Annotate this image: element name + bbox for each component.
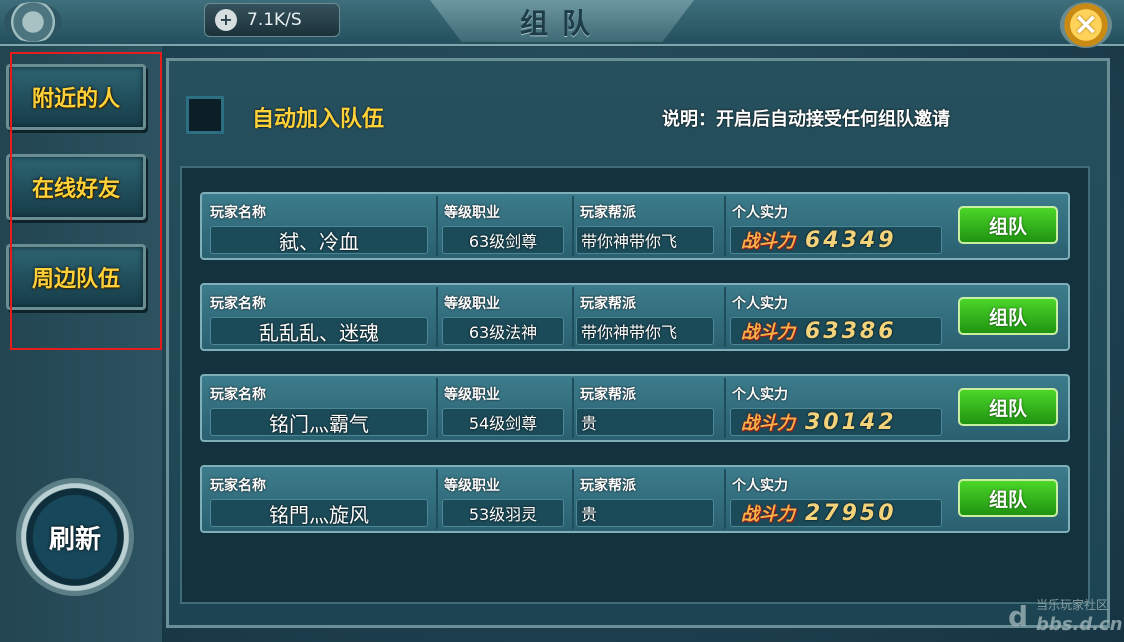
power-prefix: 战斗力 xyxy=(741,504,795,525)
player-guild: 贵 xyxy=(576,499,714,527)
column-header-guild: 玩家帮派 xyxy=(580,387,636,403)
network-speed-indicator: + 7.1K/S xyxy=(204,3,340,37)
team-up-button[interactable]: 组队 xyxy=(958,479,1058,517)
team-up-button[interactable]: 组队 xyxy=(958,206,1058,244)
auto-join-label: 自动加入队伍 xyxy=(252,107,385,132)
column-header-guild: 玩家帮派 xyxy=(580,296,636,312)
column-header-power: 个人实力 xyxy=(732,296,788,312)
player-power: 战斗力 63386 xyxy=(730,317,942,345)
player-level-class: 53级羽灵 xyxy=(442,499,564,527)
power-value: 63386 xyxy=(805,318,897,344)
player-name: 弑、冷血 xyxy=(210,226,428,254)
player-row: 玩家名称 弑、冷血 等级职业 63级剑尊 玩家帮派 带你神带你飞 个人实力 战斗… xyxy=(200,192,1070,260)
player-power: 战斗力 64349 xyxy=(730,226,942,254)
player-row: 玩家名称 铭门灬霸气 等级职业 54级剑尊 玩家帮派 贵 个人实力 战斗力 30… xyxy=(200,374,1070,442)
corner-ornament-icon xyxy=(4,2,62,42)
speed-icon: + xyxy=(215,9,237,31)
player-level-class: 63级法神 xyxy=(442,317,564,345)
power-value: 64349 xyxy=(805,227,897,253)
highlight-box xyxy=(10,52,162,350)
player-name: 铭門灬旋风 xyxy=(210,499,428,527)
player-name: 乱乱乱、迷魂 xyxy=(210,317,428,345)
refresh-button[interactable]: 刷新 xyxy=(16,478,134,596)
power-prefix: 战斗力 xyxy=(741,322,795,343)
column-header-guild: 玩家帮派 xyxy=(580,478,636,494)
auto-join-note: 说明：开启后自动接受任何组队邀请 xyxy=(662,109,950,130)
player-power: 战斗力 30142 xyxy=(730,408,942,436)
player-guild: 贵 xyxy=(576,408,714,436)
player-guild: 带你神带你飞 xyxy=(576,317,714,345)
watermark-logo-icon: d xyxy=(1008,600,1029,633)
column-header-name: 玩家名称 xyxy=(210,478,266,494)
speed-value: 7.1K/S xyxy=(247,10,302,30)
power-value: 30142 xyxy=(805,409,897,435)
team-up-button[interactable]: 组队 xyxy=(958,297,1058,335)
player-guild: 带你神带你飞 xyxy=(576,226,714,254)
watermark-line2: bbs.d.cn xyxy=(1036,614,1123,635)
column-header-guild: 玩家帮派 xyxy=(580,205,636,221)
team-up-button[interactable]: 组队 xyxy=(958,388,1058,426)
column-header-power: 个人实力 xyxy=(732,478,788,494)
player-name: 铭门灬霸气 xyxy=(210,408,428,436)
column-header-level: 等级职业 xyxy=(444,205,500,221)
player-power: 战斗力 27950 xyxy=(730,499,942,527)
power-value: 27950 xyxy=(805,500,897,526)
player-row: 玩家名称 乱乱乱、迷魂 等级职业 63级法神 玩家帮派 带你神带你飞 个人实力 … xyxy=(200,283,1070,351)
auto-join-checkbox[interactable] xyxy=(186,96,224,134)
column-header-level: 等级职业 xyxy=(444,296,500,312)
power-prefix: 战斗力 xyxy=(741,231,795,252)
column-header-level: 等级职业 xyxy=(444,478,500,494)
page-title: 组队 xyxy=(519,7,604,40)
close-button[interactable]: × xyxy=(1060,2,1112,48)
watermark: d 当乐玩家社区 bbs.d.cn xyxy=(1008,596,1123,640)
player-row: 玩家名称 铭門灬旋风 等级职业 53级羽灵 玩家帮派 贵 个人实力 战斗力 27… xyxy=(200,465,1070,533)
column-header-name: 玩家名称 xyxy=(210,205,266,221)
power-prefix: 战斗力 xyxy=(741,413,795,434)
player-level-class: 54级剑尊 xyxy=(442,408,564,436)
watermark-line1: 当乐玩家社区 xyxy=(1036,598,1109,612)
column-header-name: 玩家名称 xyxy=(210,387,266,403)
column-header-power: 个人实力 xyxy=(732,205,788,221)
column-header-level: 等级职业 xyxy=(444,387,500,403)
column-header-name: 玩家名称 xyxy=(210,296,266,312)
column-header-power: 个人实力 xyxy=(732,387,788,403)
player-level-class: 63级剑尊 xyxy=(442,226,564,254)
